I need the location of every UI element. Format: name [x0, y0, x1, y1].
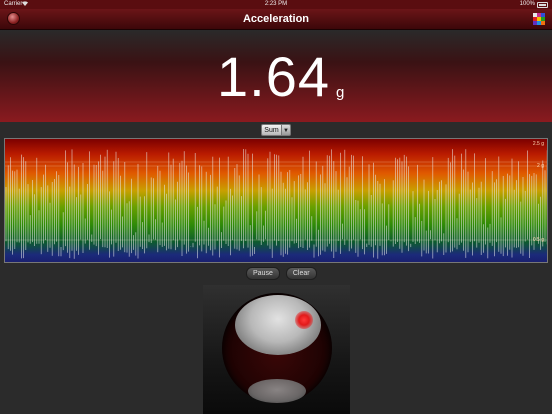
acceleration-graph: 2.5 g 2 g 0.5 g	[4, 138, 548, 263]
clear-button[interactable]: Clear	[285, 267, 317, 280]
battery-icon	[537, 2, 548, 8]
graph-bars	[5, 149, 547, 259]
nav-bar: Acceleration	[0, 9, 552, 30]
mode-select[interactable]: Sum ▼	[261, 124, 291, 136]
acceleration-unit: g	[336, 84, 345, 101]
chevron-down-icon: ▼	[282, 124, 291, 136]
status-time: 2:23 PM	[264, 1, 288, 7]
color-palette-icon[interactable]	[533, 13, 545, 25]
graph-controls: Pause Clear	[246, 267, 317, 280]
page-title: Acceleration	[242, 13, 310, 25]
status-bar: Carrier 2:23 PM 100%	[0, 0, 552, 9]
graph-label-middle: 2 g	[537, 163, 544, 169]
acceleration-value: 1.64	[217, 45, 330, 108]
ball-indicator-dot	[295, 311, 313, 329]
graph-label-top: 2.5 g	[532, 141, 544, 147]
pause-button[interactable]: Pause	[246, 267, 280, 280]
level-ball-panel	[203, 285, 350, 414]
battery-percent: 100%	[519, 1, 535, 7]
graph-label-bottom: 0.5 g	[532, 237, 544, 243]
mode-select-label: Sum	[261, 124, 282, 136]
ball-highlight-bottom	[248, 379, 306, 403]
